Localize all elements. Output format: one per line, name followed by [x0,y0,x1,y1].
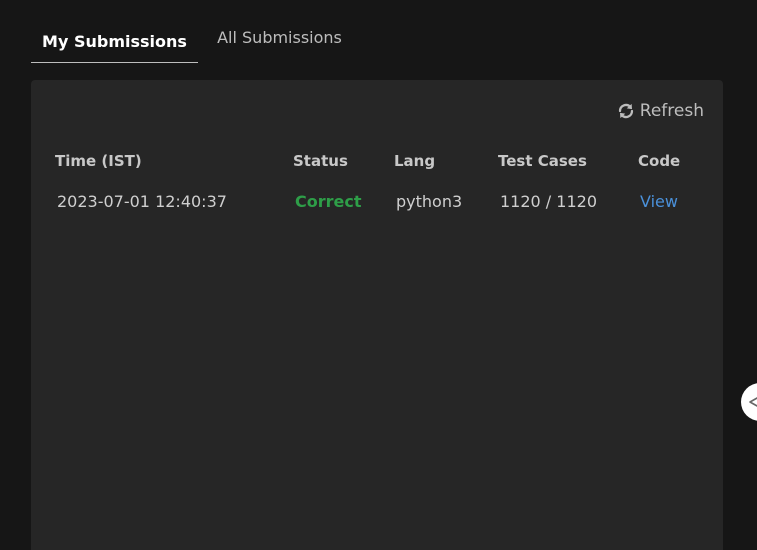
header-status: Status [293,152,348,170]
chevron-left-icon [749,397,757,407]
tab-bar: My Submissions All Submissions [31,18,361,63]
cell-test-cases: 1120 / 1120 [500,192,597,211]
header-test-cases: Test Cases [498,152,587,170]
cell-time: 2023-07-01 12:40:37 [57,192,227,211]
refresh-icon [618,103,633,119]
header-code: Code [638,152,681,170]
refresh-label: Refresh [639,101,704,121]
status-badge: Correct [295,192,362,211]
table-header: Time (IST) Status Lang Test Cases Code [31,149,723,173]
header-time: Time (IST) [55,152,142,170]
cell-lang: python3 [396,192,463,211]
tab-my-submissions[interactable]: My Submissions [31,18,198,63]
side-panel-toggle[interactable] [741,383,757,421]
table-row: 2023-07-01 12:40:37 Correct python3 1120… [31,190,723,214]
view-code-link[interactable]: View [640,190,678,214]
header-lang: Lang [394,152,436,170]
page: My Submissions All Submissions Refresh T… [0,0,757,550]
tab-all-submissions[interactable]: All Submissions [198,18,361,63]
submissions-panel: Refresh Time (IST) Status Lang Test Case… [31,80,723,550]
refresh-button[interactable]: Refresh [617,101,704,121]
